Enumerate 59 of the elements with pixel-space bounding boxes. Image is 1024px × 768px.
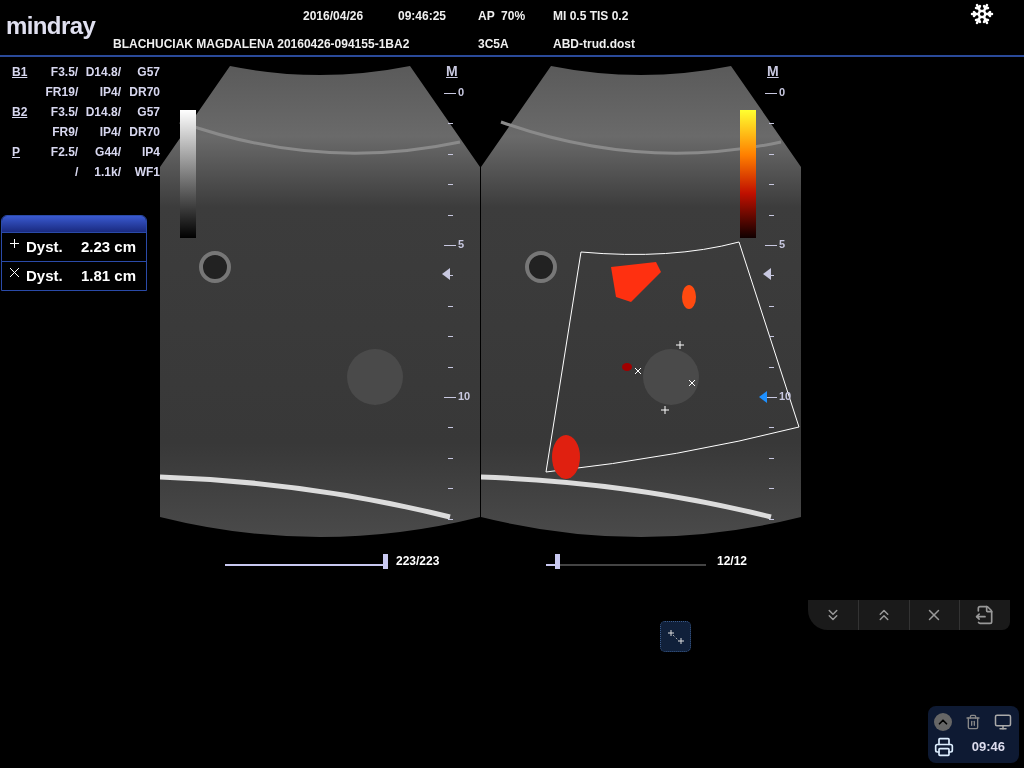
patient-id: BLACHUCIAK MAGDALENA 20160426-094155-1BA2 [113, 36, 411, 53]
probe-name: 3C5A [478, 36, 510, 53]
parameter-value: DR70 [128, 124, 160, 141]
cross-marker-icon [9, 267, 19, 277]
mode-label: B1 [12, 65, 28, 79]
caliper-button[interactable] [660, 621, 691, 652]
frame-counter: 12/12 [717, 553, 748, 570]
measurement-label: Dyst. [26, 236, 64, 257]
clock: 09:46 [971, 738, 1006, 757]
exam-date: 2016/04/26 [303, 8, 365, 25]
acoustic-power: AP 70% [478, 8, 527, 25]
focus-marker-icon [763, 268, 771, 280]
parameter-value: F3.5/ [49, 64, 79, 81]
measurement-label: Dyst. [26, 265, 64, 286]
depth-label: 5 [779, 239, 786, 250]
up-arrow-button[interactable] [934, 713, 952, 731]
mi-tis-readout: MI 0.5 TIS 0.2 [553, 8, 629, 25]
mode-label: B2 [12, 105, 28, 119]
parameter-value: DR70 [128, 84, 160, 101]
parameter-value: IP4/ [98, 84, 122, 101]
frame-counter: 223/223 [396, 553, 440, 570]
cine-handle[interactable] [555, 554, 561, 569]
printer-icon[interactable] [934, 737, 954, 757]
monitor-icon[interactable] [993, 713, 1013, 731]
parameter-value: G44/ [94, 144, 122, 161]
cine-handle[interactable] [383, 554, 388, 569]
depth-unit-label: M [446, 64, 458, 78]
parameter-value: 1.1k/ [93, 164, 122, 181]
measurement-value: 1.81 cm [81, 265, 137, 286]
freeze-icon [970, 2, 994, 26]
trash-icon[interactable] [964, 714, 981, 730]
depth-label: 10 [458, 391, 471, 402]
parameter-value: IP4 [141, 144, 160, 161]
parameter-value: WF1 [133, 164, 160, 181]
brand-logo: mindray [6, 12, 96, 39]
parameter-value: / [73, 164, 79, 181]
depth-label: 0 [779, 87, 786, 98]
file-export-icon [975, 605, 996, 625]
parameter-value: G57 [136, 64, 160, 81]
exam-preset: ABD-trud.dost [553, 36, 635, 53]
focus-marker-icon [759, 391, 767, 403]
parameter-value: FR9/ [51, 124, 79, 141]
parameter-value: F3.5/ [49, 104, 79, 121]
focus-marker-icon [442, 268, 450, 280]
depth-unit-label: M [767, 64, 779, 78]
depth-label: 0 [458, 87, 465, 98]
exam-time: 09:46:25 [398, 8, 448, 25]
cine-track[interactable] [543, 553, 709, 569]
mode-label: P [12, 145, 20, 159]
cine-track[interactable] [222, 553, 388, 569]
parameter-value: G57 [136, 104, 160, 121]
depth-label: 5 [458, 239, 465, 250]
parameter-value: F2.5/ [49, 144, 79, 161]
parameter-value: D14.8/ [84, 104, 122, 121]
measurement-value: 2.23 cm [81, 236, 137, 257]
parameter-value: D14.8/ [84, 64, 122, 81]
parameter-value: IP4/ [98, 124, 122, 141]
plus-marker-icon [9, 238, 19, 248]
parameter-value: FR19/ [44, 84, 79, 101]
